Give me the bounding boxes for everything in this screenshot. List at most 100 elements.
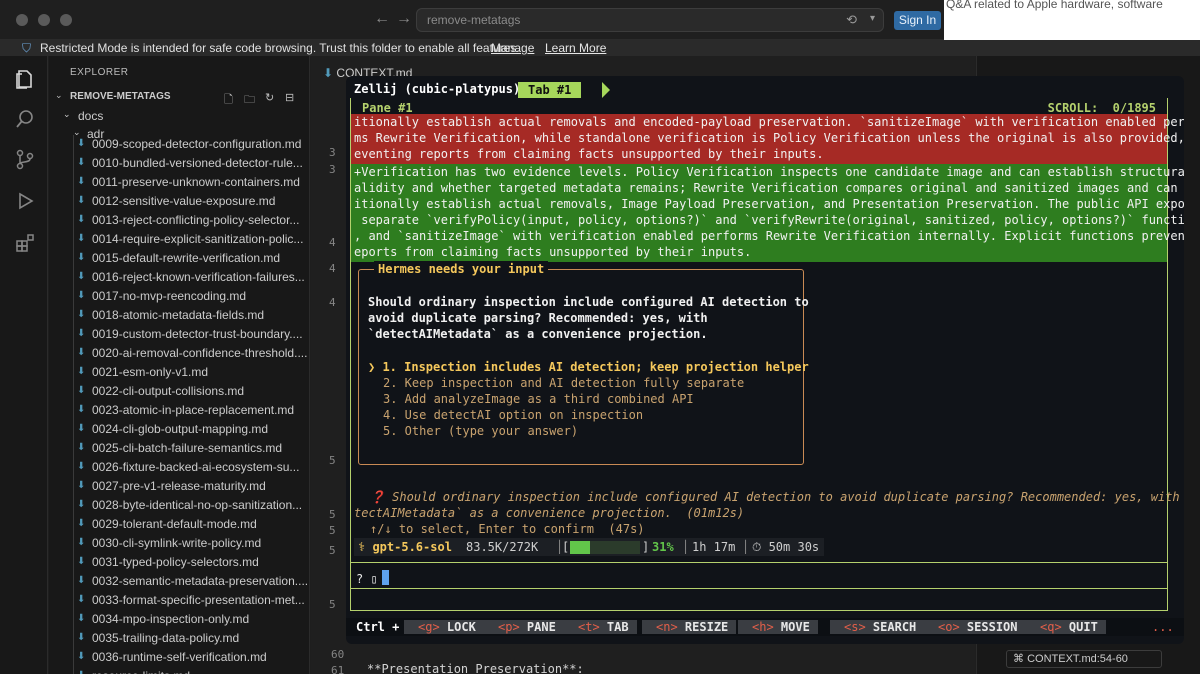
- manage-link[interactable]: Manage: [491, 40, 534, 56]
- run-debug-icon[interactable]: [14, 190, 36, 212]
- line-number: 5: [329, 524, 336, 537]
- file-item[interactable]: ⬇ 0033-format-specific-presentation-met..…: [49, 591, 309, 610]
- file-item[interactable]: ⬇ 0024-cli-glob-output-mapping.md: [49, 420, 309, 439]
- keybar-item-quit[interactable]: <q> QUIT: [1026, 620, 1106, 634]
- file-item[interactable]: ⬇ 0032-semantic-metadata-preservation....: [49, 572, 309, 591]
- file-item[interactable]: ⬇ 0035-trailing-data-policy.md: [49, 629, 309, 648]
- tab-1[interactable]: Tab #1: [518, 82, 582, 98]
- option-3[interactable]: 3. Add analyzeImage as a third combined …: [383, 391, 694, 407]
- forward-arrow-icon[interactable]: →: [396, 10, 412, 28]
- line-number: 3: [329, 163, 336, 176]
- learn-more-link[interactable]: Learn More: [545, 40, 606, 56]
- file-item[interactable]: ⬇ 0022-cli-output-collisions.md: [49, 382, 309, 401]
- shield-icon: ⛉: [22, 41, 32, 55]
- window-title: remove-metatags: [427, 13, 521, 27]
- added-line: separate `verifyPolicy(input, policy, op…: [354, 213, 1184, 227]
- file-item[interactable]: ⬇ 0034-mpo-inspection-only.md: [49, 610, 309, 629]
- file-item[interactable]: ⬇ 0019-custom-detector-trust-boundary....: [49, 325, 309, 344]
- file-item[interactable]: ⬇ 0016-reject-known-verification-failures…: [49, 268, 309, 287]
- file-item[interactable]: ⬇ 0023-atomic-in-place-replacement.md: [49, 401, 309, 420]
- copilot-icon[interactable]: ⟲: [846, 12, 857, 28]
- new-folder-icon[interactable]: 🗀: [244, 91, 255, 110]
- file-item[interactable]: ⬇ 0028-byte-identical-no-op-sanitization.…: [49, 496, 309, 515]
- keybar-item-lock[interactable]: <g> LOCK: [404, 620, 484, 634]
- file-item[interactable]: ⬇ resource-limits.md: [49, 667, 309, 674]
- markdown-icon: ⬇: [77, 157, 86, 168]
- zoom-window-button[interactable]: [60, 14, 72, 26]
- folder-docs[interactable]: docs: [78, 109, 103, 123]
- explorer-icon[interactable]: [14, 68, 36, 90]
- separator: │: [682, 540, 690, 554]
- line-number: 4: [329, 236, 336, 249]
- markdown-icon: ⬇: [77, 575, 86, 586]
- keybar-item-resize[interactable]: <n> RESIZE: [642, 620, 737, 634]
- markdown-icon: ⬇: [77, 195, 86, 206]
- file-item[interactable]: ⬇ 0029-tolerant-default-mode.md: [49, 515, 309, 534]
- chevron-down-icon[interactable]: ⌄: [63, 109, 71, 120]
- workspace-root[interactable]: REMOVE-METATAGS: [70, 91, 171, 102]
- zellij-terminal[interactable]: Zellij (cubic-platypus) Tab #1 Pane #1 S…: [346, 76, 1184, 644]
- file-name: resource-limits.md: [92, 669, 190, 674]
- explorer-sidebar: EXPLORER ⌄ REMOVE-METATAGS 🗋 🗀 ↻ ⊟ ⌄ doc…: [49, 56, 310, 674]
- option-5[interactable]: 5. Other (type your answer): [383, 423, 578, 439]
- context-bar-bracket: [: [562, 540, 570, 554]
- file-item[interactable]: ⬇ 0014-require-explicit-sanitization-poli…: [49, 230, 309, 249]
- file-item[interactable]: ⬇ 0017-no-mvp-reencoding.md: [49, 287, 309, 306]
- selected-option[interactable]: ❯ 1. Inspection includes AI detection; k…: [368, 359, 809, 375]
- keybar-label: SEARCH: [872, 620, 917, 634]
- source-control-icon[interactable]: [14, 148, 36, 170]
- file-item[interactable]: ⬇ 0020-ai-removal-confidence-threshold...…: [49, 344, 309, 363]
- timer: ⏱ 50m 30s: [752, 540, 820, 554]
- file-item[interactable]: ⬇ 0026-fixture-backed-ai-ecosystem-su...: [49, 458, 309, 477]
- file-item[interactable]: ⬇ 0010-bundled-versioned-detector-rule...: [49, 154, 309, 173]
- explorer-header: EXPLORER: [70, 67, 129, 78]
- file-item[interactable]: ⬇ 0036-runtime-self-verification.md: [49, 648, 309, 667]
- file-item[interactable]: ⬇ 0027-pre-v1-release-maturity.md: [49, 477, 309, 496]
- context-progress-fill: [570, 541, 590, 554]
- collapse-all-icon[interactable]: ⊟: [285, 91, 294, 104]
- markdown-icon: ⬇: [77, 651, 86, 662]
- tab-arrow: [602, 82, 610, 98]
- extensions-icon[interactable]: [14, 232, 36, 254]
- file-item[interactable]: ⬇ 0030-cli-symlink-write-policy.md: [49, 534, 309, 553]
- keybar-item-tab[interactable]: <t> TAB: [564, 620, 637, 634]
- new-file-icon[interactable]: 🗋: [224, 91, 233, 110]
- keybar-item-pane[interactable]: <p> PANE: [484, 620, 564, 634]
- chevron-down-icon[interactable]: ⌄: [55, 90, 63, 101]
- added-line: eports from claiming facts unsupported b…: [354, 245, 752, 259]
- file-item[interactable]: ⬇ 0009-scoped-detector-configuration.md: [49, 135, 309, 154]
- minimize-window-button[interactable]: [38, 14, 50, 26]
- refresh-icon[interactable]: ↻: [265, 91, 274, 104]
- keybar-key: <t>: [578, 620, 600, 634]
- file-item[interactable]: ⬇ 0012-sensitive-value-exposure.md: [49, 192, 309, 211]
- keybar-item-session[interactable]: <o> SESSION: [924, 620, 1026, 634]
- file-item[interactable]: ⬇ 0031-typed-policy-selectors.md: [49, 553, 309, 572]
- option-2[interactable]: 2. Keep inspection and AI detection full…: [383, 375, 744, 391]
- back-arrow-icon[interactable]: ←: [374, 10, 390, 28]
- keybar-item-search[interactable]: <s> SEARCH: [830, 620, 925, 634]
- sign-in-button[interactable]: Sign In: [894, 11, 941, 30]
- question-line: Should ordinary inspection include confi…: [368, 295, 809, 309]
- file-item[interactable]: ⬇ 0015-default-rewrite-verification.md: [49, 249, 309, 268]
- selection-hint: ↑/↓ to select, Enter to confirm (47s): [370, 522, 645, 536]
- input-prompt[interactable]: ? ▯: [356, 571, 378, 587]
- file-item[interactable]: ⬇ 0013-reject-conflicting-policy-selector…: [49, 211, 309, 230]
- close-window-button[interactable]: [16, 14, 28, 26]
- file-item[interactable]: ⬇ 0011-preserve-unknown-containers.md: [49, 173, 309, 192]
- search-icon[interactable]: [14, 108, 36, 130]
- markdown-icon: ⬇: [77, 632, 86, 643]
- markdown-icon: ⬇: [77, 347, 86, 358]
- line-number: 4: [329, 296, 336, 309]
- removed-line: eventing reports from claiming facts uns…: [354, 147, 824, 161]
- file-name: 0020-ai-removal-confidence-threshold....: [92, 346, 308, 360]
- file-item[interactable]: ⬇ 0018-atomic-metadata-fields.md: [49, 306, 309, 325]
- context-chip[interactable]: ⌘ CONTEXT.md:54-60: [1006, 650, 1162, 668]
- command-center[interactable]: remove-metatags ⟲ ▾: [416, 8, 884, 32]
- option-4[interactable]: 4. Use detectAI option on inspection: [383, 407, 643, 423]
- chevron-down-icon[interactable]: ▾: [870, 13, 875, 24]
- file-name: 0012-sensitive-value-exposure.md: [92, 194, 276, 208]
- keybar-key: <q>: [1040, 620, 1062, 634]
- keybar-item-move[interactable]: <h> MOVE: [738, 620, 818, 634]
- file-item[interactable]: ⬇ 0021-esm-only-v1.md: [49, 363, 309, 382]
- file-item[interactable]: ⬇ 0025-cli-batch-failure-semantics.md: [49, 439, 309, 458]
